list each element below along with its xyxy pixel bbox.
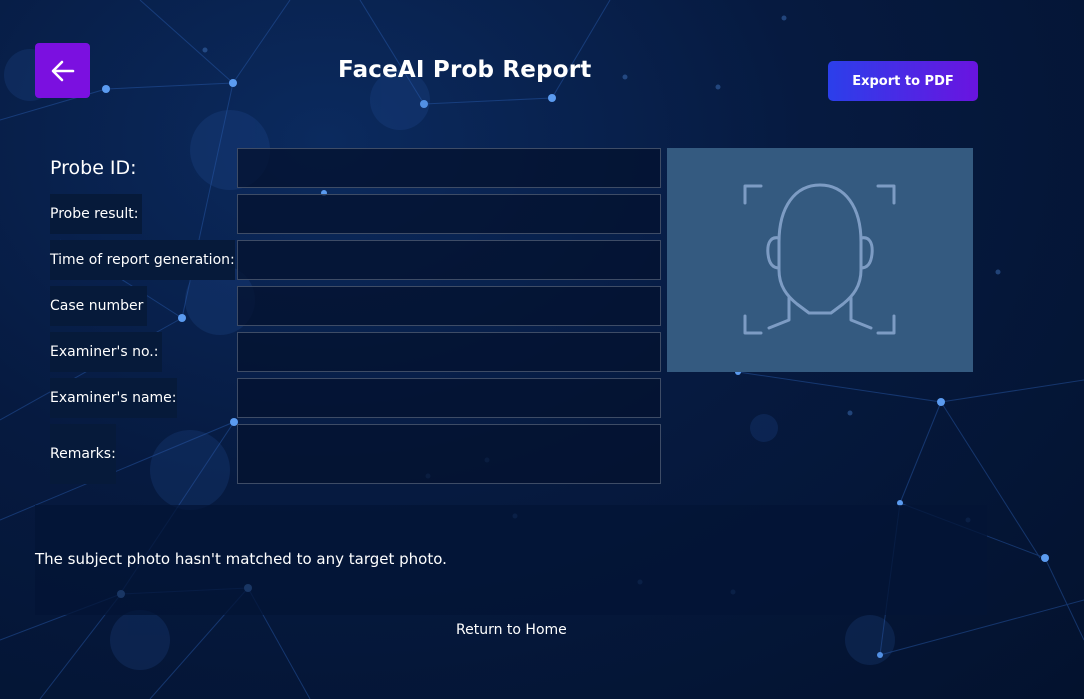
examiner-name-field[interactable]: [237, 378, 661, 418]
probe-id-field[interactable]: [237, 148, 661, 188]
page-title: FaceAI Prob Report: [338, 57, 592, 83]
probe-result-field[interactable]: [237, 194, 661, 234]
remarks-field[interactable]: [237, 424, 661, 484]
subject-photo-placeholder: [667, 148, 973, 372]
result-message: The subject photo hasn't matched to any …: [35, 550, 447, 568]
case-number-field[interactable]: [237, 286, 661, 326]
probe-id-label: Probe ID:: [50, 157, 137, 179]
report-time-field[interactable]: [237, 240, 661, 280]
case-number-label: Case number: [50, 286, 148, 326]
back-button[interactable]: [35, 43, 90, 98]
export-pdf-button[interactable]: Export to PDF: [828, 61, 978, 101]
remarks-label: Remarks:: [50, 424, 116, 484]
arrow-left-icon: [48, 56, 78, 86]
return-home-link[interactable]: Return to Home: [456, 622, 567, 638]
face-scan-icon: [743, 182, 897, 338]
probe-result-label: Probe result:: [50, 194, 143, 234]
examiner-no-label: Examiner's no.:: [50, 332, 163, 372]
examiner-name-label: Examiner's name:: [50, 378, 177, 418]
examiner-no-field[interactable]: [237, 332, 661, 372]
report-time-label: Time of report generation:: [50, 240, 235, 280]
